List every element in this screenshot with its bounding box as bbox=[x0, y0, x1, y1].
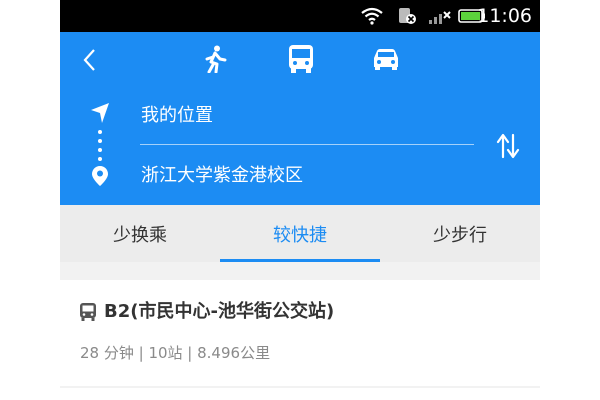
bus-icon bbox=[289, 45, 313, 73]
route-preference-tabs: 少换乘 较快捷 少步行 bbox=[60, 205, 540, 262]
route-divider bbox=[140, 144, 474, 145]
tab-label: 少换乘 bbox=[113, 224, 167, 246]
wifi-icon bbox=[360, 6, 384, 26]
swap-icon bbox=[496, 133, 520, 159]
route-dots bbox=[98, 130, 102, 166]
route-meta: 28 分钟 | 10站 | 8.496公里 bbox=[80, 344, 271, 362]
navigation-arrow-icon bbox=[90, 102, 110, 124]
phone-screen: 11:06 我的位置 浙江大学紫金港校区 少换乘 较快捷 少步行 B2(市民中心… bbox=[60, 0, 540, 400]
route-card[interactable]: B2(市民中心-池华街公交站) 28 分钟 | 10站 | 8.496公里 bbox=[60, 280, 540, 386]
signal-icon bbox=[428, 6, 452, 26]
active-tab-indicator bbox=[220, 259, 380, 262]
origin-input[interactable]: 我的位置 bbox=[141, 104, 213, 128]
tab-faster[interactable]: 较快捷 bbox=[220, 205, 380, 262]
tab-less-walking[interactable]: 少步行 bbox=[380, 205, 540, 262]
walk-icon bbox=[205, 45, 227, 73]
chevron-left-icon bbox=[83, 49, 95, 71]
back-button[interactable] bbox=[74, 44, 106, 76]
route-title: B2(市民中心-池华街公交站) bbox=[104, 301, 335, 322]
mode-walk-button[interactable] bbox=[198, 42, 232, 76]
mode-bus-button[interactable] bbox=[284, 42, 318, 76]
car-icon bbox=[374, 49, 398, 70]
route-card[interactable] bbox=[60, 388, 540, 400]
tab-label: 较快捷 bbox=[273, 224, 327, 246]
swap-button[interactable] bbox=[490, 128, 526, 164]
tab-label: 少步行 bbox=[433, 224, 487, 246]
destination-input[interactable]: 浙江大学紫金港校区 bbox=[141, 164, 303, 188]
location-pin-icon bbox=[91, 165, 109, 187]
route-header: 我的位置 浙江大学紫金港校区 bbox=[60, 32, 540, 205]
mode-car-button[interactable] bbox=[368, 42, 404, 76]
bus-icon bbox=[79, 302, 97, 326]
status-bar: 11:06 bbox=[60, 0, 540, 32]
status-time: 11:06 bbox=[477, 5, 532, 27]
sim-icon bbox=[396, 6, 418, 26]
tab-fewer-transfers[interactable]: 少换乘 bbox=[60, 205, 220, 262]
